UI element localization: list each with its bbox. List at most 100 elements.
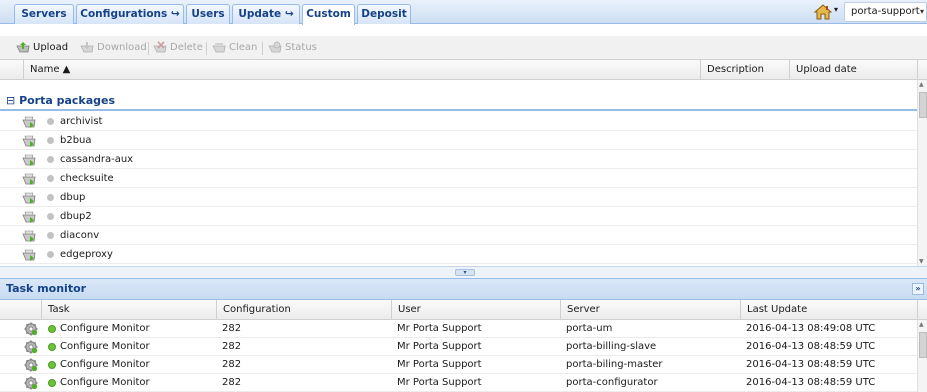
user-name: Mr Porta Support	[397, 323, 482, 334]
packages-grid-header: Name ▲ Description Upload date	[0, 60, 927, 80]
column-header-user[interactable]: User	[391, 300, 560, 320]
delete-label: Delete	[170, 42, 203, 53]
gear-icon[interactable]	[24, 322, 38, 336]
user-menu-button[interactable]: porta-support ▾	[844, 2, 927, 22]
tab-configurations[interactable]: Configurations ↪	[76, 4, 184, 24]
gear-icon[interactable]	[24, 376, 38, 390]
status-dot	[47, 137, 54, 144]
user-name: Mr Porta Support	[397, 341, 482, 352]
package-row[interactable]: checksuite	[0, 169, 917, 188]
package-name: edgeproxy	[60, 249, 113, 260]
user-name: Mr Porta Support	[397, 377, 482, 388]
toolbar-separator	[206, 42, 207, 55]
package-row[interactable]: edgeproxy	[0, 245, 917, 264]
scroll-down-arrow-icon[interactable]: ▼	[919, 258, 924, 265]
scroll-thumb[interactable]	[919, 92, 927, 118]
status-dot	[47, 175, 54, 182]
package-icon[interactable]	[22, 210, 36, 223]
download-label: Download	[97, 42, 147, 53]
configuration-value: 282	[222, 377, 242, 388]
user-name: Mr Porta Support	[397, 359, 482, 370]
home-icon	[814, 4, 832, 20]
home-dropdown-arrow[interactable]: ▾	[834, 5, 838, 14]
package-icon[interactable]	[22, 172, 36, 185]
server-name: porta-um	[566, 323, 613, 334]
scroll-thumb[interactable]	[919, 332, 927, 358]
packages-scrollbar[interactable]: ▲ ▼	[917, 80, 927, 266]
column-header-upload-date[interactable]: Upload date	[789, 60, 917, 80]
package-name: diaconv	[60, 230, 100, 241]
gear-icon[interactable]	[24, 358, 38, 372]
status-dot	[47, 213, 54, 220]
package-icon[interactable]	[22, 134, 36, 147]
status-dot	[47, 232, 54, 239]
upload-icon	[16, 42, 30, 53]
group-header-porta-packages[interactable]: ⊟ Porta packages	[0, 91, 917, 111]
toolbar-separator	[148, 42, 149, 55]
package-icon[interactable]	[22, 248, 36, 261]
panel-splitter[interactable]: ▾	[0, 266, 927, 278]
home-button[interactable]: ▾	[814, 3, 842, 21]
scroll-up-arrow-icon[interactable]: ▲	[919, 81, 924, 88]
scroll-up-arrow-icon[interactable]: ▲	[919, 321, 924, 328]
package-icon[interactable]	[22, 191, 36, 204]
configuration-value: 282	[222, 323, 242, 334]
column-header-description[interactable]: Description	[700, 60, 789, 80]
package-icon[interactable]	[22, 229, 36, 242]
package-icon[interactable]	[22, 153, 36, 166]
package-row[interactable]: cassandra-aux	[0, 150, 917, 169]
upload-button[interactable]: Upload	[16, 40, 68, 56]
last-update-value: 2016-04-13 08:49:08 UTC	[746, 323, 876, 334]
task-grid-header: Task Configuration User Server Last Upda…	[0, 300, 927, 320]
gear-icon[interactable]	[24, 340, 38, 354]
column-header-last-update[interactable]: Last Update	[740, 300, 917, 320]
tab-update[interactable]: Update ↪	[232, 4, 300, 24]
tab-custom[interactable]: Custom	[302, 4, 355, 25]
column-header-name[interactable]: Name ▲	[23, 60, 700, 80]
package-name: b2bua	[60, 135, 92, 146]
task-scrollbar[interactable]: ▲	[917, 320, 927, 392]
status-dot	[48, 379, 56, 387]
column-header-server[interactable]: Server	[560, 300, 740, 320]
collapse-toggle-icon[interactable]: ⊟	[6, 94, 15, 107]
user-name: porta-support	[851, 6, 920, 17]
collapse-panel-icon[interactable]: »	[912, 283, 924, 295]
toolbar: Upload Download Delete Clean Status	[0, 36, 927, 60]
task-row[interactable]: Configure Monitor 282 Mr Porta Support port…	[0, 338, 917, 356]
task-name: Configure Monitor	[60, 323, 150, 334]
package-row[interactable]: archivist	[0, 112, 917, 131]
package-row[interactable]: dbup	[0, 188, 917, 207]
package-row[interactable]: diaconv	[0, 226, 917, 245]
status-dot	[48, 325, 56, 333]
clean-button[interactable]: Clean	[212, 40, 257, 56]
task-name: Configure Monitor	[60, 377, 150, 388]
delete-icon	[153, 41, 167, 53]
task-row[interactable]: Configure Monitor 282 Mr Porta Support port…	[0, 374, 917, 392]
package-row[interactable]: b2bua	[0, 131, 917, 150]
delete-button[interactable]: Delete	[153, 40, 203, 56]
clean-label: Clean	[229, 42, 258, 53]
tab-servers[interactable]: Servers	[14, 4, 74, 24]
column-header-configuration[interactable]: Configuration	[216, 300, 391, 320]
package-row[interactable]: dbup2	[0, 207, 917, 226]
column-header-spacer	[917, 60, 927, 80]
download-button[interactable]: Download	[80, 40, 147, 56]
column-header-icon	[0, 300, 41, 320]
task-monitor-title: Task monitor	[6, 282, 87, 295]
packages-list: ⊟ Porta packages archivist b2bua cassandra…	[0, 80, 917, 266]
splitter-collapse-handle[interactable]: ▾	[455, 269, 475, 276]
tab-users[interactable]: Users	[186, 4, 230, 24]
package-name: checksuite	[60, 173, 114, 184]
configuration-value: 282	[222, 359, 242, 370]
status-button[interactable]: Status	[268, 40, 317, 56]
column-header-icon	[0, 60, 23, 80]
last-update-value: 2016-04-13 08:48:59 UTC	[746, 359, 876, 370]
column-header-task[interactable]: Task	[41, 300, 216, 320]
chevron-down-icon: ▾	[919, 7, 924, 16]
package-icon[interactable]	[22, 115, 36, 128]
server-name: porta-billing-slave	[566, 341, 657, 352]
column-header-spacer	[917, 300, 927, 320]
tab-deposit[interactable]: Deposit	[357, 4, 411, 24]
task-row[interactable]: Configure Monitor 282 Mr Porta Support port…	[0, 320, 917, 338]
task-row[interactable]: Configure Monitor 282 Mr Porta Support port…	[0, 356, 917, 374]
